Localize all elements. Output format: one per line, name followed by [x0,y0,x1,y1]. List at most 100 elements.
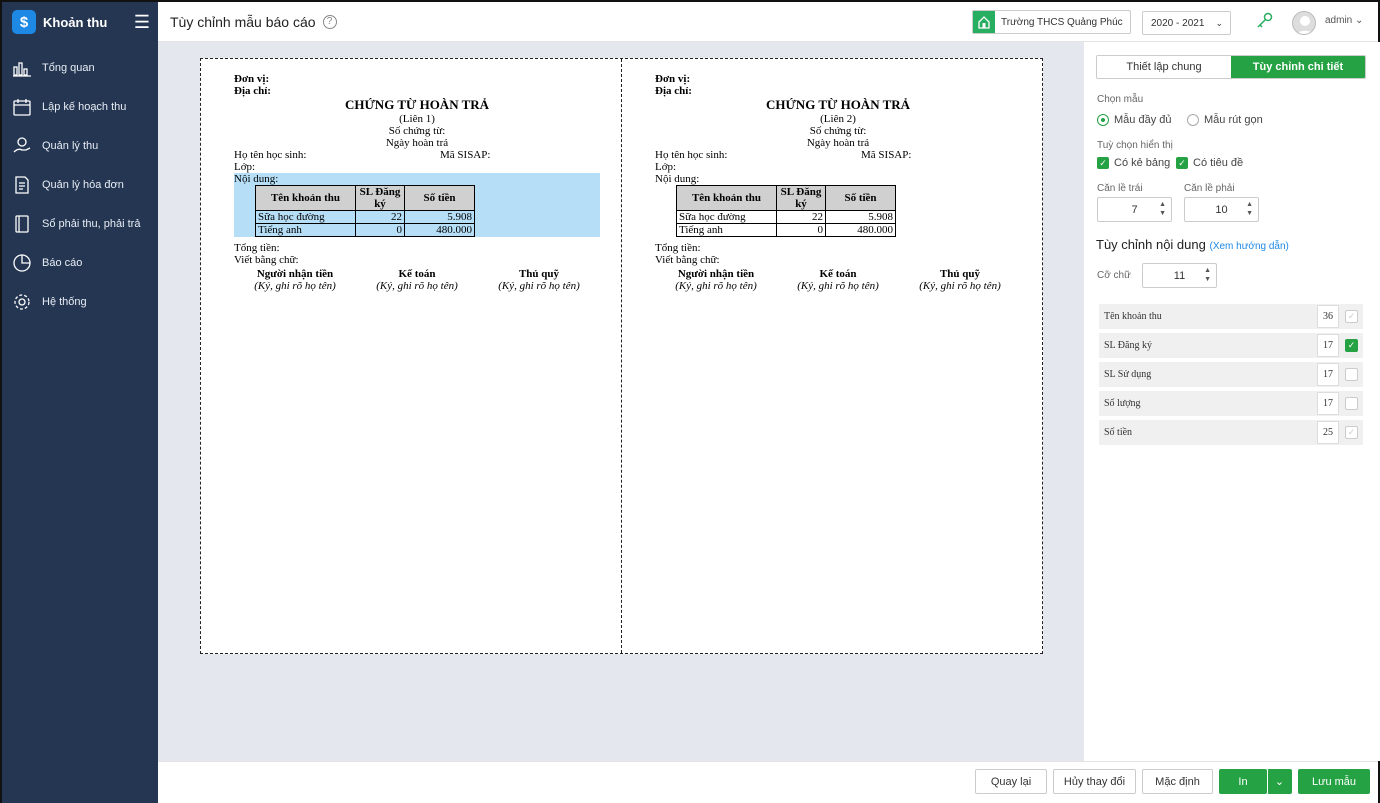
signatures: Người nhận tiền (Ký, ghi rõ họ tên) Kế to… [655,268,1021,292]
sidebar-item-label: Quản lý hóa đơn [42,178,124,191]
stepper-arrows-icon[interactable]: ▲ ▼ [1246,200,1253,218]
checkbox-co-ke-bang[interactable]: ✓ Có kẻ bảng [1097,157,1170,169]
school-name: Trường THCS Quảng Phúc [1001,16,1123,28]
field-checkbox[interactable] [1345,368,1358,381]
cell-amount: 5.908 [404,210,475,224]
field-checkbox[interactable] [1345,397,1358,410]
settings-panel: Thiết lập chung Tùy chỉnh chi tiết Chọn … [1084,42,1380,761]
field-width-input[interactable]: 36 [1317,305,1339,328]
sidebar-item-bao-cao[interactable]: Báo cáo [2,243,158,282]
chon-mau-label: Chọn mẫu [1097,94,1144,105]
sig-thu-quy: Thủ quỹ [518,268,560,280]
field-width-input[interactable]: 17 [1317,334,1339,357]
noi-dung: Nội dung: [655,173,700,185]
sig-note: (Ký, ghi rõ họ tên) [498,280,580,292]
print-options-chevron-icon[interactable]: ⌄ [1267,769,1292,794]
col-sl-label-2: ký [374,198,386,210]
copy-label: (Liên 1) [399,113,435,125]
receipt-title: CHỨNG TỪ HOÀN TRẢ [344,97,490,112]
col-sl-label: SL Đăng [780,186,822,198]
tab-tuy-chinh-chi-tiet[interactable]: Tùy chỉnh chi tiết [1231,56,1365,78]
stepper-arrows-icon[interactable]: ▲ ▼ [1159,200,1166,218]
menu-toggle-icon[interactable]: ☰ [134,12,150,33]
sidebar-item-quan-ly-thu[interactable]: Quản lý thu [2,126,158,165]
fee-table: Tên khoản thu SL Đăng ký Số tiền Sữa học đư… [255,185,475,237]
content-section[interactable]: Nội dung: Tên khoản thu SL Đăng ký Số tiền … [234,173,600,237]
sidebar-item-label: Lập kế hoạch thu [42,100,127,113]
table-row: Tiếng anh 0 480.000 [676,223,896,237]
field-width-input[interactable]: 17 [1317,363,1339,386]
radio-mau-rut-gon[interactable]: Mẫu rút gọn [1187,114,1263,126]
school-selector[interactable]: Trường THCS Quảng Phúc [972,10,1131,34]
checkbox-label: Có kẻ bảng [1114,157,1171,169]
tong-tien: Tổng tiền: [234,242,280,254]
field-width-input[interactable]: 17 [1317,392,1339,415]
ngay-hoan-tra: Ngày hoàn trả [385,137,449,149]
content-section[interactable]: Nội dung: Tên khoản thu SL Đăng ký Số tiền … [655,173,1021,237]
font-size-stepper[interactable]: 11 ▲ ▼ [1142,263,1217,288]
viet-bang-chu: Viết bằng chữ: [655,254,720,266]
receipt-copy-1: Đơn vị: Địa chỉ: CHỨNG TỪ HOÀN TRẢ (Liên… [234,73,600,292]
sidebar-item-he-thong[interactable]: Hệ thống [2,282,158,321]
lop: Lớp: [655,161,677,173]
field-list: Tên khoản thu 36 ✓ SL Đăng ký 17 ✓ SL Sử dụn… [1099,304,1363,449]
user-menu[interactable]: admin ⌄ [1325,15,1363,26]
sig-note: (Ký, ghi rõ họ tên) [376,280,458,292]
ledger-icon [15,214,29,233]
field-label: Tên khoản thu [1104,311,1162,322]
year-value: 2020 - 2021 [1151,17,1205,29]
col-sl-label: SL Đăng [359,186,401,198]
cell-name: Sữa học đường [676,210,777,224]
calendar-icon [13,98,31,116]
guide-link[interactable]: (Xem hướng dẫn) [1209,241,1288,252]
so-chung-tu: Số chứng từ: [388,125,446,137]
sidebar-item-tong-quan[interactable]: Tổng quan [2,48,158,87]
col-sl-dang-ky: SL Đăng ký [776,185,826,211]
sig-note: (Ký, ghi rõ họ tên) [254,280,336,292]
col-ten-khoan-thu: Tên khoản thu [676,185,777,211]
col-ten-khoan-thu: Tên khoản thu [255,185,356,211]
sidebar-item-lap-ke-hoach[interactable]: Lập kế hoạch thu [2,87,158,126]
app-logo: $ Khoản thu ☰ [2,2,158,42]
viet-bang-chu: Viết bằng chữ: [234,254,299,266]
field-row: SL Đăng ký 17 ✓ [1099,333,1363,358]
field-label: SL Đăng ký [1104,340,1152,351]
sidebar-item-label: Quản lý thu [42,139,99,152]
username: admin [1325,15,1353,26]
sidebar-item-label: Sổ phải thu, phải trả [42,217,141,230]
invoice-icon [15,175,29,194]
footer-actions: Quay lại Hủy thay đổi Mặc định In ⌄ Lưu … [158,761,1378,803]
sidebar-item-so-phai-thu[interactable]: Sổ phải thu, phải trả [2,204,158,243]
copy-label: (Liên 2) [820,113,856,125]
sidebar-item-quan-ly-hoa-don[interactable]: Quản lý hóa đơn [2,165,158,204]
don-vi: Đơn vị: [234,73,270,85]
default-button[interactable]: Mặc định [1142,769,1213,794]
radio-mau-day-du[interactable]: Mẫu đầy đủ [1097,114,1171,126]
avatar[interactable] [1292,11,1316,35]
co-chu-label: Cỡ chữ [1097,270,1131,281]
report-preview: Đơn vị: Địa chỉ: CHỨNG TỪ HOÀN TRẢ (Liên… [200,58,1043,654]
margin-right-stepper[interactable]: 10 ▲ ▼ [1184,197,1259,222]
chevron-down-icon: ⌄ [1215,18,1223,28]
preview-canvas: Đơn vị: Địa chỉ: CHỨNG TỪ HOÀN TRẢ (Liên… [158,42,1084,761]
sig-ke-toan: Kế toán [398,268,436,280]
col-sl-dang-ky: SL Đăng ký [355,185,405,211]
cell-name: Tiếng anh [255,223,356,237]
cancel-changes-button[interactable]: Hủy thay đổi [1053,769,1136,794]
margin-left-stepper[interactable]: 7 ▲ ▼ [1097,197,1172,222]
back-button[interactable]: Quay lại [975,769,1047,794]
help-icon[interactable]: ? [322,14,337,29]
save-template-button[interactable]: Lưu mẫu [1298,769,1370,794]
print-button[interactable]: In [1219,769,1267,794]
field-checkbox[interactable]: ✓ [1345,339,1358,352]
checkbox-co-tieu-de[interactable]: ✓ Có tiêu đề [1176,157,1243,169]
key-icon[interactable] [1255,11,1275,34]
year-select[interactable]: 2020 - 2021 ⌄ [1142,11,1231,35]
school-icon [973,11,995,33]
field-width-input[interactable]: 25 [1317,421,1339,444]
field-label: Số lượng [1104,398,1141,409]
stepper-arrows-icon[interactable]: ▲ ▼ [1204,266,1211,284]
table-row: Sữa học đường 22 5.908 [255,210,475,224]
tab-thiet-lap-chung[interactable]: Thiết lập chung [1097,56,1231,78]
receipt-title: CHỨNG TỪ HOÀN TRẢ [765,97,911,112]
